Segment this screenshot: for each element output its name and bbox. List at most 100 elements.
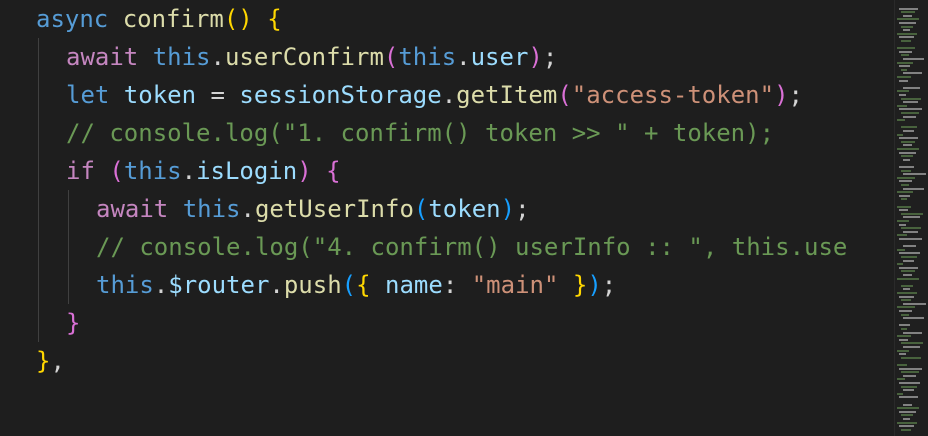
minimap-line xyxy=(897,148,919,150)
code-line[interactable]: // console.log("1. confirm() token >> " … xyxy=(66,114,774,152)
code-token: let xyxy=(66,81,124,109)
code-token: if xyxy=(66,157,110,185)
minimap-line xyxy=(903,58,924,60)
code-token: ) xyxy=(587,271,602,299)
minimap-line xyxy=(899,367,922,370)
code-line[interactable]: async confirm() { xyxy=(36,0,282,38)
code-token: sessionStorage xyxy=(239,81,442,109)
minimap-line xyxy=(897,90,909,93)
code-line[interactable]: this.$router.push({ name: "main" }); xyxy=(96,266,616,304)
code-token: "access-token" xyxy=(571,81,775,109)
code-line[interactable]: if (this.isLogin) { xyxy=(66,152,341,190)
code-line[interactable]: }, xyxy=(36,342,65,380)
minimap-line xyxy=(897,234,907,237)
minimap-line xyxy=(901,68,907,71)
minimap-line xyxy=(903,130,914,132)
code-token: } xyxy=(572,271,588,299)
minimap-line xyxy=(899,65,910,68)
minimap-line xyxy=(899,396,918,399)
minimap-line xyxy=(903,216,920,219)
minimap-line xyxy=(897,306,915,309)
code-token: ( xyxy=(341,271,357,299)
code-token: // console.log("4. confirm() userInfo ::… xyxy=(96,233,848,261)
minimap-line xyxy=(901,284,913,287)
code-token: } xyxy=(66,309,81,337)
minimap-line xyxy=(903,86,920,89)
code-area[interactable]: async confirm() {await this.userConfirm(… xyxy=(0,0,894,436)
minimap-line xyxy=(901,184,909,186)
code-token: . xyxy=(210,43,225,71)
code-token: ; xyxy=(542,43,558,71)
minimap-line xyxy=(897,263,903,266)
code-token: . xyxy=(456,43,471,71)
code-token: this xyxy=(96,271,154,299)
minimap-line xyxy=(903,187,924,190)
minimap-line xyxy=(903,374,916,377)
minimap-line xyxy=(897,76,911,78)
code-token: confirm xyxy=(122,5,224,33)
code-token: { xyxy=(267,5,282,33)
code-line[interactable]: let token = sessionStorage.getItem("acce… xyxy=(66,76,803,114)
code-token: name xyxy=(385,271,443,299)
minimap-line xyxy=(903,158,910,161)
minimap-line xyxy=(901,140,915,143)
minimap-line xyxy=(897,335,911,338)
minimap-line xyxy=(901,414,913,417)
minimap-line xyxy=(899,410,916,413)
code-token: ) xyxy=(774,81,789,109)
minimap-line xyxy=(899,266,918,269)
code-token: getItem xyxy=(456,81,558,109)
code-token: () xyxy=(223,5,253,33)
code-token: push xyxy=(283,271,342,299)
code-token: ( xyxy=(413,195,429,223)
code-token: ) xyxy=(297,157,312,185)
code-token: $router xyxy=(168,271,270,299)
minimap-line xyxy=(897,191,913,194)
code-token: . xyxy=(269,271,284,299)
code-editor[interactable]: async confirm() {await this.userConfirm(… xyxy=(0,0,928,436)
minimap-line xyxy=(901,212,923,215)
minimap-line xyxy=(899,50,912,53)
code-token: getUserInfo xyxy=(254,195,414,223)
minimap-line xyxy=(899,7,918,10)
minimap-line xyxy=(899,295,914,298)
minimap-line xyxy=(899,223,906,226)
minimap-line xyxy=(897,421,917,424)
code-line[interactable]: // console.log("4. confirm() userInfo ::… xyxy=(96,228,847,266)
minimap-line xyxy=(899,238,922,240)
minimap-line xyxy=(901,155,913,158)
minimap-line xyxy=(899,324,910,327)
minimap-line xyxy=(901,198,907,201)
code-token: this xyxy=(152,43,211,71)
minimap-line xyxy=(897,18,919,21)
minimap-line xyxy=(897,119,905,122)
minimap-line xyxy=(903,403,912,406)
minimap-line xyxy=(903,274,912,276)
minimap-line xyxy=(901,328,907,330)
minimap-line xyxy=(899,166,914,168)
minimap-line xyxy=(899,94,906,96)
minimap-line xyxy=(901,11,915,14)
minimap-line xyxy=(903,418,910,420)
code-line[interactable]: await this.userConfirm(this.user); xyxy=(66,38,557,76)
code-token: : xyxy=(442,271,472,299)
code-token: token xyxy=(123,81,197,109)
code-token: this xyxy=(182,195,241,223)
minimap-line xyxy=(897,176,915,179)
minimap-line xyxy=(903,29,910,32)
minimap-line xyxy=(903,72,922,75)
minimap-line xyxy=(899,209,908,212)
code-line[interactable]: } xyxy=(66,304,80,342)
minimap[interactable] xyxy=(894,0,928,436)
minimap-line xyxy=(899,382,920,384)
code-token: , xyxy=(50,347,65,375)
code-token: this xyxy=(398,43,457,71)
minimap-line xyxy=(901,428,911,431)
code-token: } xyxy=(36,347,51,375)
minimap-line xyxy=(899,252,920,255)
code-token: async xyxy=(36,5,123,33)
minimap-line xyxy=(897,47,915,50)
code-line[interactable]: await this.getUserInfo(token); xyxy=(96,190,530,228)
minimap-line xyxy=(901,40,911,42)
minimap-line xyxy=(897,392,903,395)
